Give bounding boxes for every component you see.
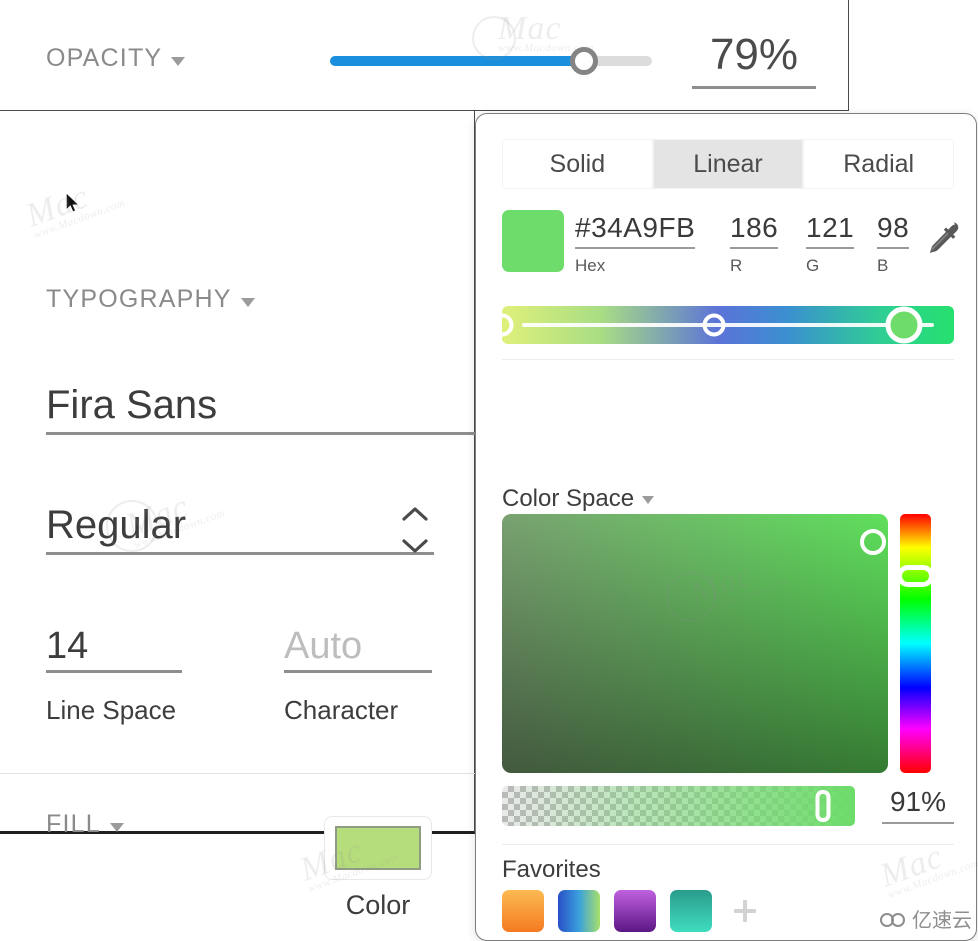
opacity-slider[interactable] (330, 47, 652, 75)
picker-divider-bottom (502, 844, 954, 845)
mouse-cursor-icon (66, 193, 80, 213)
red-caption: R (730, 256, 743, 275)
green-field-group: 121 G (806, 212, 855, 276)
chevron-down-icon[interactable] (400, 537, 430, 555)
fill-section-header[interactable]: FILL (46, 810, 124, 839)
green-input[interactable]: 121 (806, 212, 855, 249)
favorite-swatch-2[interactable] (558, 890, 600, 932)
gradient-stops-bar[interactable] (490, 306, 954, 344)
tab-radial[interactable]: Radial (804, 140, 954, 188)
favorites-swatch-row (502, 890, 760, 932)
hue-slider-handle[interactable] (897, 565, 934, 588)
hex-field-group: #34A9FB Hex (575, 212, 696, 276)
line-space-input[interactable]: 14 (46, 625, 182, 673)
chevron-up-icon[interactable] (400, 505, 430, 523)
section-divider (0, 773, 475, 774)
hex-caption: Hex (575, 256, 606, 275)
opacity-section-header[interactable]: OPACITY (46, 44, 186, 73)
color-space-dropdown[interactable]: Color Space (502, 485, 655, 513)
font-style-input[interactable]: Regular (46, 503, 434, 555)
favorites-label: Favorites (502, 856, 601, 883)
favorite-swatch-3[interactable] (614, 890, 656, 932)
opacity-label: OPACITY (46, 44, 163, 72)
gradient-stop-line (522, 323, 934, 327)
site-badge: 亿速云 (880, 904, 972, 933)
gradient-stop-3-selected[interactable] (885, 306, 923, 344)
cloud-icon (880, 912, 905, 927)
typography-label: TYPOGRAPHY (46, 285, 232, 313)
inspector-opacity-section: OPACITY 79% (0, 0, 849, 111)
alpha-value[interactable]: 91% (882, 786, 954, 824)
current-color-swatch[interactable] (502, 210, 564, 272)
line-space-label: Line Space (46, 695, 177, 725)
alpha-row: 91% (502, 786, 954, 826)
favorite-swatch-4[interactable] (670, 890, 712, 932)
alpha-slider-fill (502, 786, 855, 826)
character-spacing-label: Character (284, 695, 399, 725)
color-space-label: Color Space (502, 485, 635, 512)
red-field-group: 186 R (730, 212, 779, 276)
chevron-down-icon[interactable] (109, 823, 124, 833)
alpha-slider-handle[interactable] (815, 790, 831, 822)
gradient-stop-1[interactable] (490, 313, 514, 337)
color-values-row: #34A9FB Hex 186 R 121 G 98 B (502, 210, 959, 282)
font-style-stepper[interactable] (400, 505, 430, 555)
alpha-slider[interactable] (502, 786, 855, 826)
fill-label: FILL (46, 810, 101, 838)
opacity-row: OPACITY 79% (0, 0, 849, 111)
tab-linear[interactable]: Linear (653, 140, 803, 188)
gradient-stop-2[interactable] (702, 313, 726, 337)
inspector-lower-section: TYPOGRAPHY Fira Sans Regular 14 Line Spa… (0, 111, 478, 920)
picker-divider-top (502, 359, 954, 360)
fill-color-caption: Color (345, 890, 411, 920)
chevron-down-icon[interactable] (240, 298, 255, 308)
blue-caption: B (877, 256, 889, 275)
tab-solid[interactable]: Solid (503, 140, 652, 188)
fill-color-swatch-button[interactable] (325, 817, 431, 879)
sv-field-marker[interactable] (859, 529, 886, 556)
typography-section-header[interactable]: TYPOGRAPHY (46, 285, 255, 314)
hue-slider[interactable] (897, 514, 934, 773)
saturation-value-field[interactable] (502, 514, 888, 773)
opacity-value[interactable]: 79% (692, 30, 816, 89)
character-spacing-input[interactable]: Auto (284, 625, 432, 673)
color-picker-popover: Solid Linear Radial #34A9FB Hex 186 R 12… (475, 113, 977, 941)
opacity-slider-fill (330, 56, 585, 66)
red-input[interactable]: 186 (730, 212, 779, 249)
opacity-slider-thumb[interactable] (570, 47, 599, 75)
hex-input[interactable]: #34A9FB (575, 212, 696, 249)
blue-field-group: 98 B (877, 212, 910, 276)
add-favorite-icon[interactable] (730, 896, 760, 926)
chevron-down-icon[interactable] (171, 57, 186, 67)
chevron-down-icon[interactable] (642, 495, 655, 504)
green-caption: G (806, 256, 820, 275)
font-family-input[interactable]: Fira Sans (46, 383, 478, 435)
fill-color-swatch[interactable] (335, 826, 421, 870)
blue-input[interactable]: 98 (877, 212, 910, 249)
gradient-type-tabs: Solid Linear Radial (502, 139, 954, 189)
screen: OPACITY 79% TYPOGRAPHY Fira Sans Regular… (0, 0, 978, 941)
favorite-swatch-1[interactable] (502, 890, 544, 932)
site-badge-text: 亿速云 (912, 908, 972, 932)
eyedropper-icon[interactable] (920, 212, 964, 262)
